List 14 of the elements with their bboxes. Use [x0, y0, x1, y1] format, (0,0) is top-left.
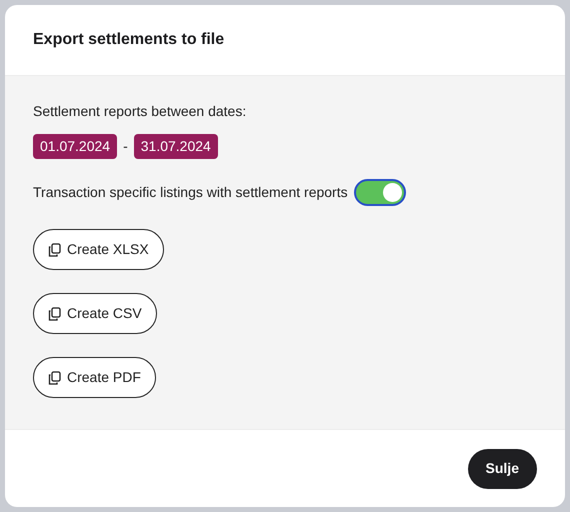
toggle-switch[interactable] — [354, 179, 406, 206]
dialog-title: Export settlements to file — [33, 30, 224, 50]
date-chip: 01.07.2024 — [33, 134, 118, 159]
create-file-button[interactable]: Create XLSX — [33, 229, 164, 270]
date-separator: - — [123, 137, 128, 156]
date-chip: 31.07.2024 — [134, 134, 218, 159]
create-file-button[interactable]: Create CSV — [33, 293, 157, 334]
copy-icon — [48, 306, 61, 320]
range-label: Settlement reports between dates: — [33, 102, 248, 121]
copy-icon — [48, 242, 61, 256]
toggle-label: Transaction specific listings with settlement reports — [33, 183, 348, 202]
create-file-button[interactable]: Create PDF — [33, 357, 156, 398]
close-button[interactable]: Sulje — [468, 448, 537, 488]
copy-icon — [48, 370, 61, 384]
